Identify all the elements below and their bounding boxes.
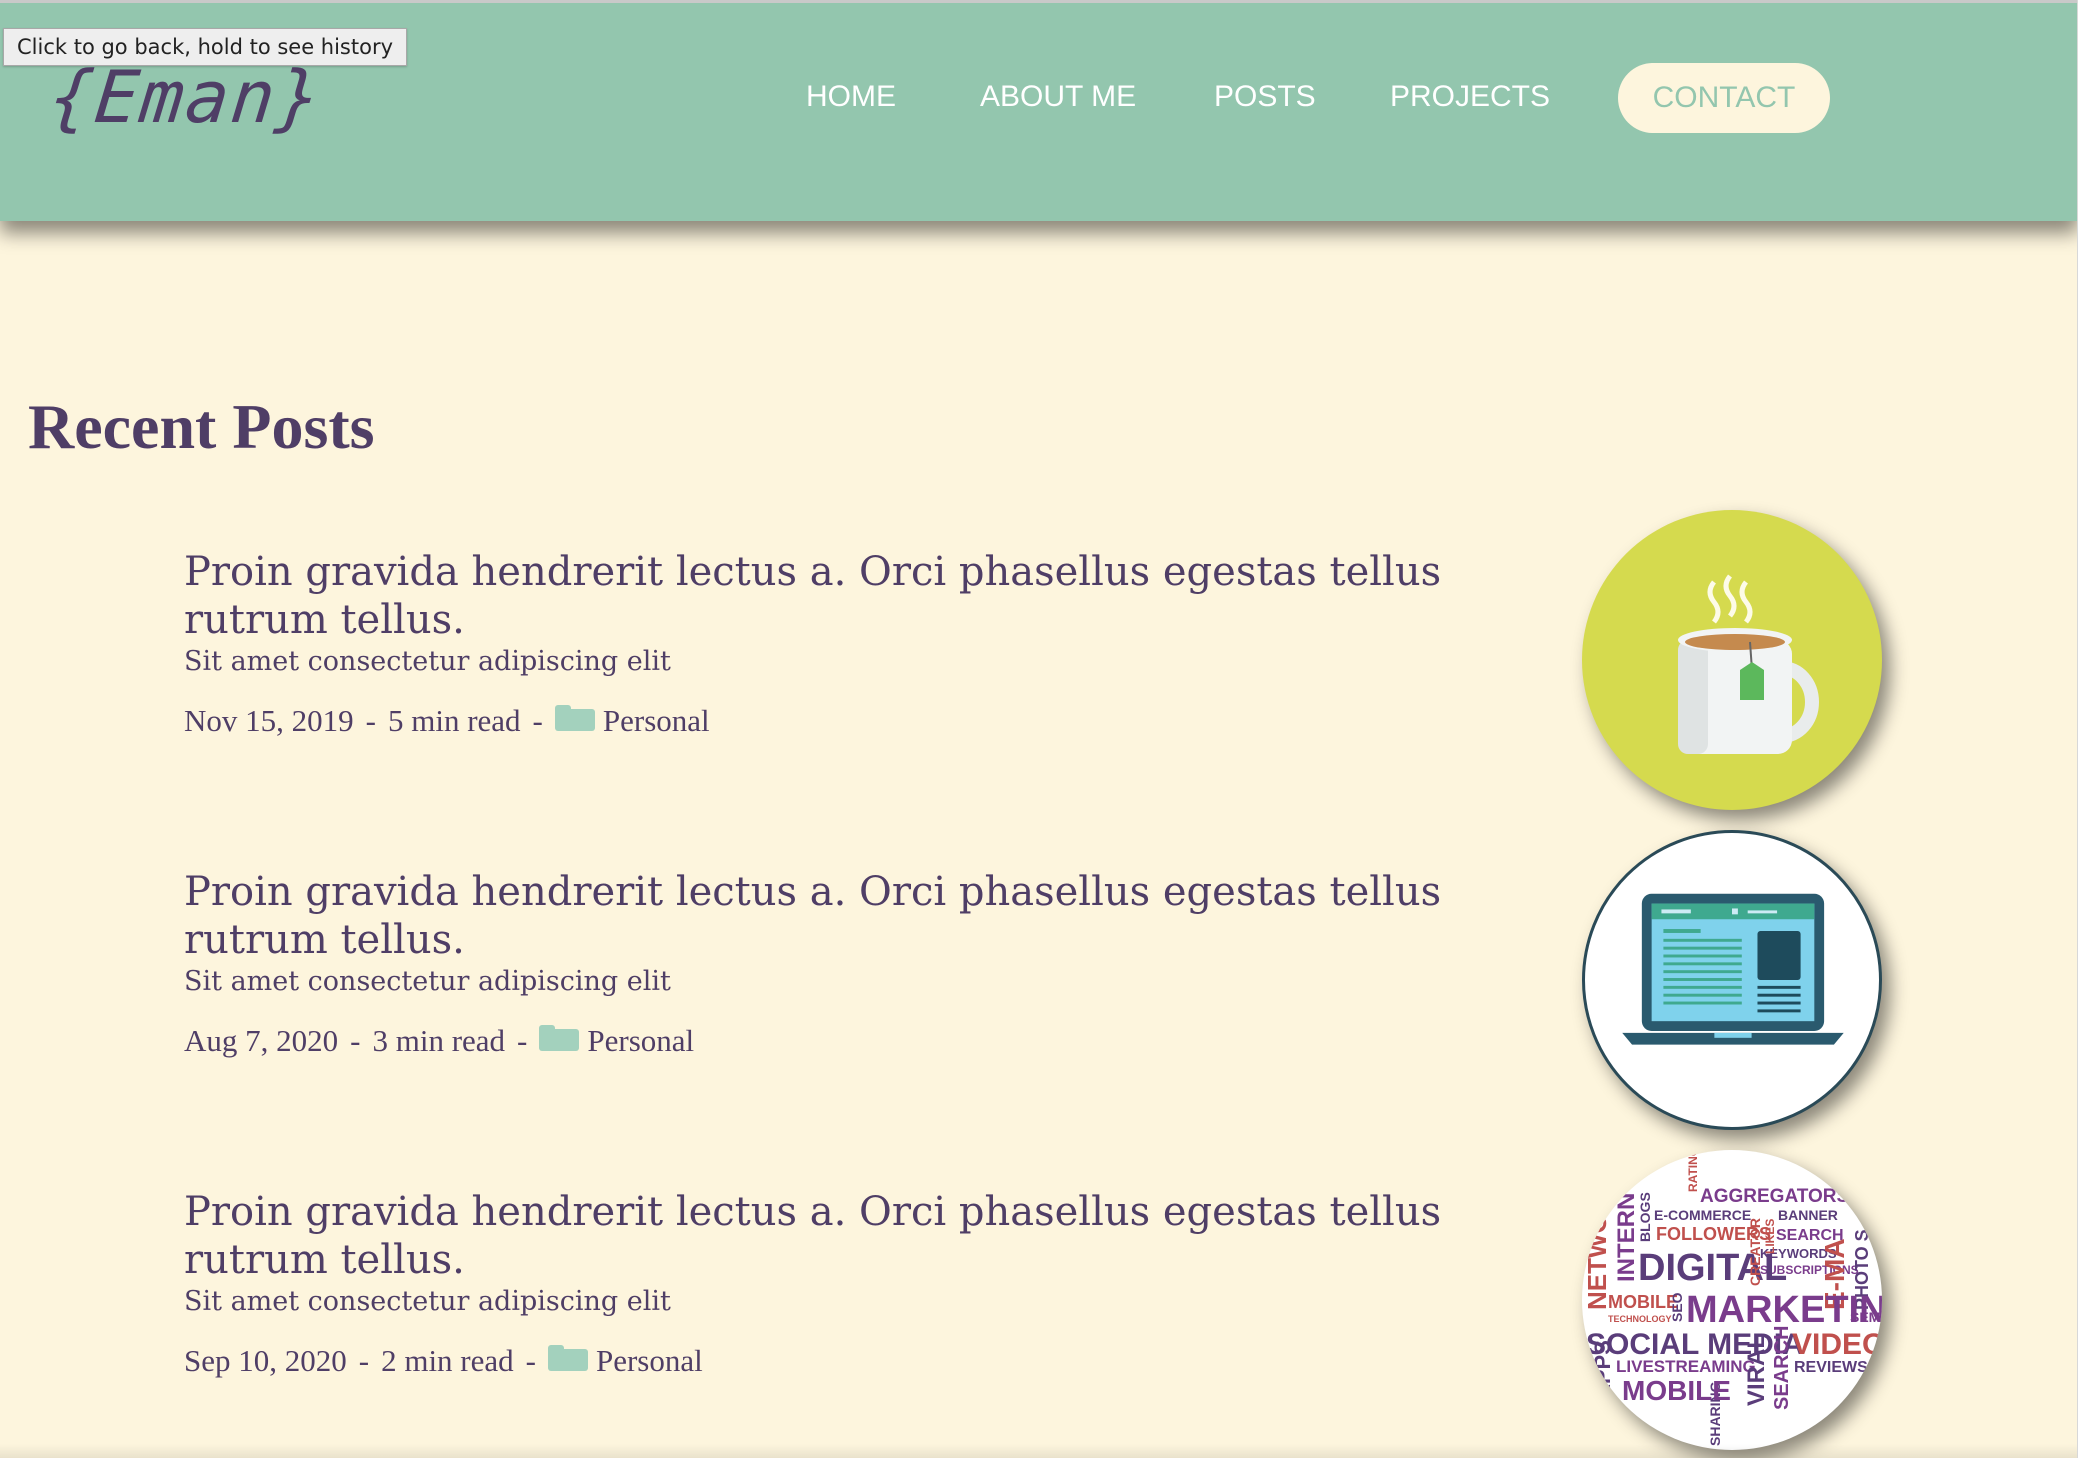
cloud-word: MOBILE [1622, 1375, 1731, 1406]
post-date: Nov 15, 2019 [184, 703, 354, 738]
cloud-word: RATINGS [1686, 1150, 1700, 1192]
meta-separator: - [525, 1343, 536, 1378]
post-card: Proin gravida hendrerit lectus a. Orci p… [184, 1188, 1514, 1379]
cloud-word: APPS [1590, 1340, 1615, 1400]
post-category[interactable]: Personal [603, 703, 710, 739]
cloud-word: SEARCH [1771, 1326, 1793, 1410]
cloud-word: REVIEWS [1794, 1359, 1868, 1376]
cloud-word: VIDEOS [1792, 1328, 1882, 1361]
post-thumbnail-laptop[interactable] [1582, 830, 1882, 1130]
meta-separator: - [350, 1023, 361, 1058]
folder-icon [554, 705, 595, 731]
cloud-word: SEO [1669, 1292, 1685, 1322]
back-button-tooltip: Click to go back, hold to see history [3, 28, 408, 66]
post-read-time: 3 min read [372, 1023, 506, 1058]
nav-contact-button[interactable]: CONTACT [1618, 63, 1830, 133]
tea-mug-icon [1678, 574, 1819, 754]
bottom-shadow [0, 1444, 2078, 1458]
meta-separator: - [517, 1023, 528, 1058]
window-top-border [0, 0, 2086, 3]
nav-projects[interactable]: PROJECTS [1390, 61, 1550, 133]
nav-posts[interactable]: POSTS [1214, 61, 1316, 133]
nav-home[interactable]: HOME [806, 61, 896, 133]
post-meta: Nov 15, 2019 - 5 min read - Personal [184, 703, 1514, 739]
cloud-word: CREATOR [1747, 1218, 1763, 1286]
post-subtitle: Sit amet consectetur adipiscing elit [184, 646, 671, 677]
post-category[interactable]: Personal [596, 1343, 703, 1379]
cloud-word: LIKES [1763, 1219, 1777, 1254]
post-thumbnail-tea-mug[interactable] [1582, 510, 1882, 810]
post-title[interactable]: Proin gravida hendrerit lectus a. Orci p… [184, 1188, 1514, 1284]
post-title[interactable]: Proin gravida hendrerit lectus a. Orci p… [184, 548, 1514, 644]
cloud-word: MOBILE [1608, 1292, 1678, 1312]
recent-posts-heading: Recent Posts [28, 391, 375, 462]
post-meta: Sep 10, 2020 - 2 min read - Personal [184, 1343, 1514, 1379]
folder-icon [547, 1345, 588, 1371]
post-meta: Aug 7, 2020 - 3 min read - Personal [184, 1023, 1514, 1059]
page: {Eman} HOME ABOUT ME POSTS PROJECTS CONT… [0, 0, 2086, 1458]
window-scrollbar-gutter [2077, 0, 2086, 1458]
marketing-word-cloud: RATINGS AGGREGATORS E-COMMERCE BANNER BL… [1582, 1150, 1882, 1446]
post-subtitle: Sit amet consectetur adipiscing elit [184, 966, 671, 997]
cloud-word: LIVESTREAMING [1616, 1357, 1756, 1376]
cloud-word: AGGREGATORS [1700, 1186, 1849, 1207]
post-date: Sep 10, 2020 [184, 1343, 347, 1378]
post-card: Proin gravida hendrerit lectus a. Orci p… [184, 868, 1514, 1059]
laptop-icon [1622, 893, 1844, 1045]
folder-icon [539, 1025, 580, 1051]
post-category[interactable]: Personal [587, 1023, 694, 1059]
post-subtitle: Sit amet consectetur adipiscing elit [184, 1286, 671, 1317]
post-thumbnail-marketing[interactable]: RATINGS AGGREGATORS E-COMMERCE BANNER BL… [1582, 1150, 1882, 1450]
post-read-time: 5 min read [387, 703, 521, 738]
cloud-word: VIRAL [1743, 1334, 1770, 1406]
cloud-word: NETWORK [1582, 1175, 1612, 1310]
cloud-word: SEM [1850, 1309, 1880, 1325]
cloud-word: INTERN [1613, 1193, 1640, 1282]
post-title[interactable]: Proin gravida hendrerit lectus a. Orci p… [184, 868, 1514, 964]
cloud-word: E-COMMERCE [1654, 1207, 1751, 1223]
site-logo[interactable]: {Eman} [46, 55, 327, 139]
post-card: Proin gravida hendrerit lectus a. Orci p… [184, 548, 1514, 739]
post-read-time: 2 min read [381, 1343, 514, 1378]
meta-separator: - [532, 703, 543, 738]
cloud-word: TECHNOLOGY [1608, 1314, 1672, 1324]
meta-separator: - [365, 703, 376, 738]
nav-about[interactable]: ABOUT ME [980, 61, 1136, 133]
meta-separator: - [358, 1343, 370, 1378]
post-date: Aug 7, 2020 [184, 1023, 339, 1058]
cloud-word: BANNER [1778, 1207, 1838, 1223]
